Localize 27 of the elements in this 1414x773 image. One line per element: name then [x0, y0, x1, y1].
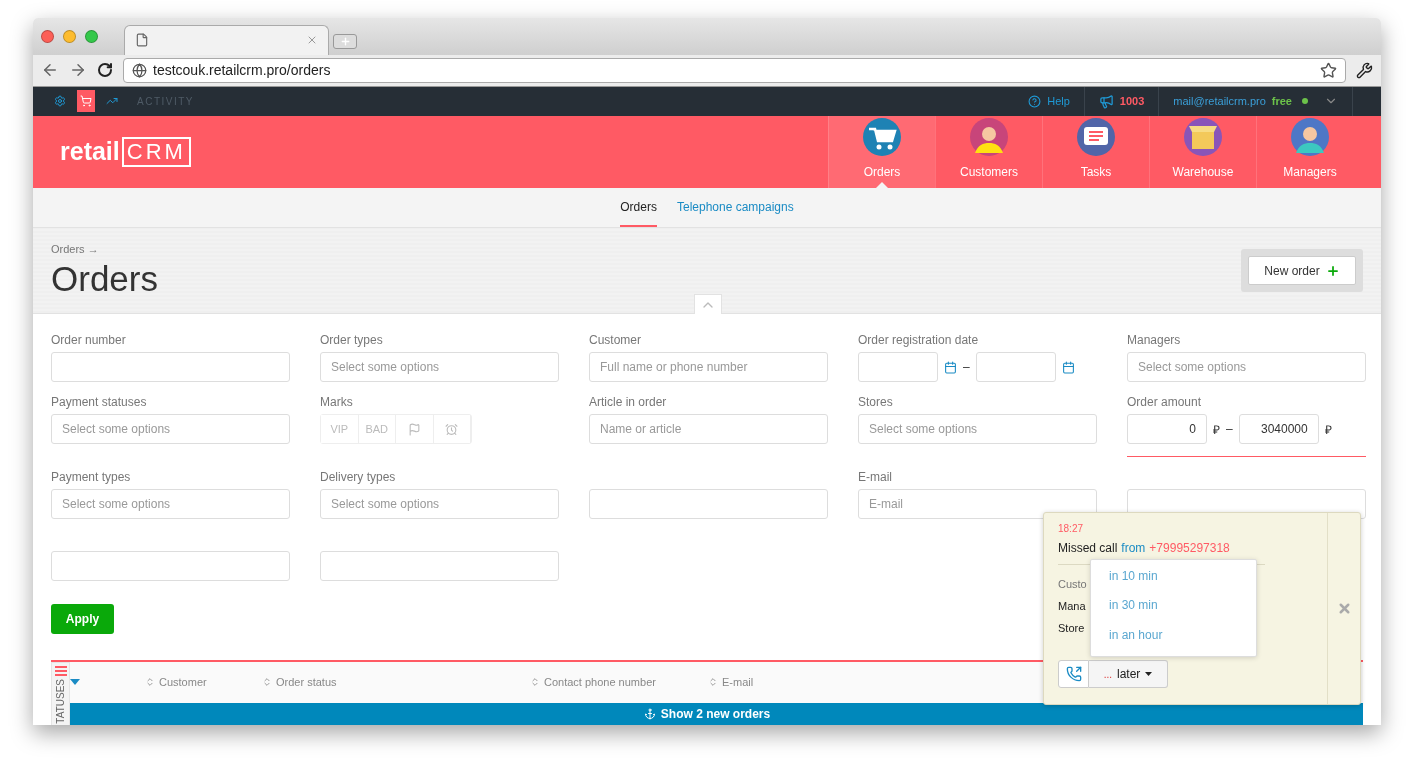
field-label: Article in order [589, 394, 668, 411]
notification-count: 1003 [1119, 95, 1145, 108]
field-label: Payment statuses [51, 394, 148, 411]
call-time: 18:27 [1058, 523, 1084, 534]
field-label: E-mail [858, 469, 893, 486]
field-label: Marks [320, 394, 354, 411]
field-label: Managers [1127, 332, 1182, 349]
field-label: Order registration date [858, 332, 980, 349]
logo: retail CRM [60, 115, 191, 188]
field-label: Store [1058, 622, 1085, 636]
page-title: Orders [51, 258, 158, 299]
currency-sign: ₽ [1324, 421, 1332, 438]
field-label: Mana [1058, 600, 1086, 614]
field-label: Order number [51, 332, 127, 349]
field-label: Order types [320, 332, 384, 349]
field-label: Delivery types [320, 469, 397, 486]
field-label: Custo [1058, 578, 1087, 592]
field-label: Stores [858, 394, 894, 411]
from-label: from [1121, 541, 1146, 555]
call-message: Missed call [1058, 541, 1118, 555]
field-label: Payment types [51, 469, 132, 486]
field-label: Customer [589, 332, 642, 349]
range-dash: – [1226, 422, 1233, 437]
range-dash: – [963, 360, 970, 375]
plan-label: free [1271, 95, 1292, 108]
currency-sign: ₽ [1213, 421, 1220, 438]
field-label: Order amount [1127, 394, 1203, 411]
